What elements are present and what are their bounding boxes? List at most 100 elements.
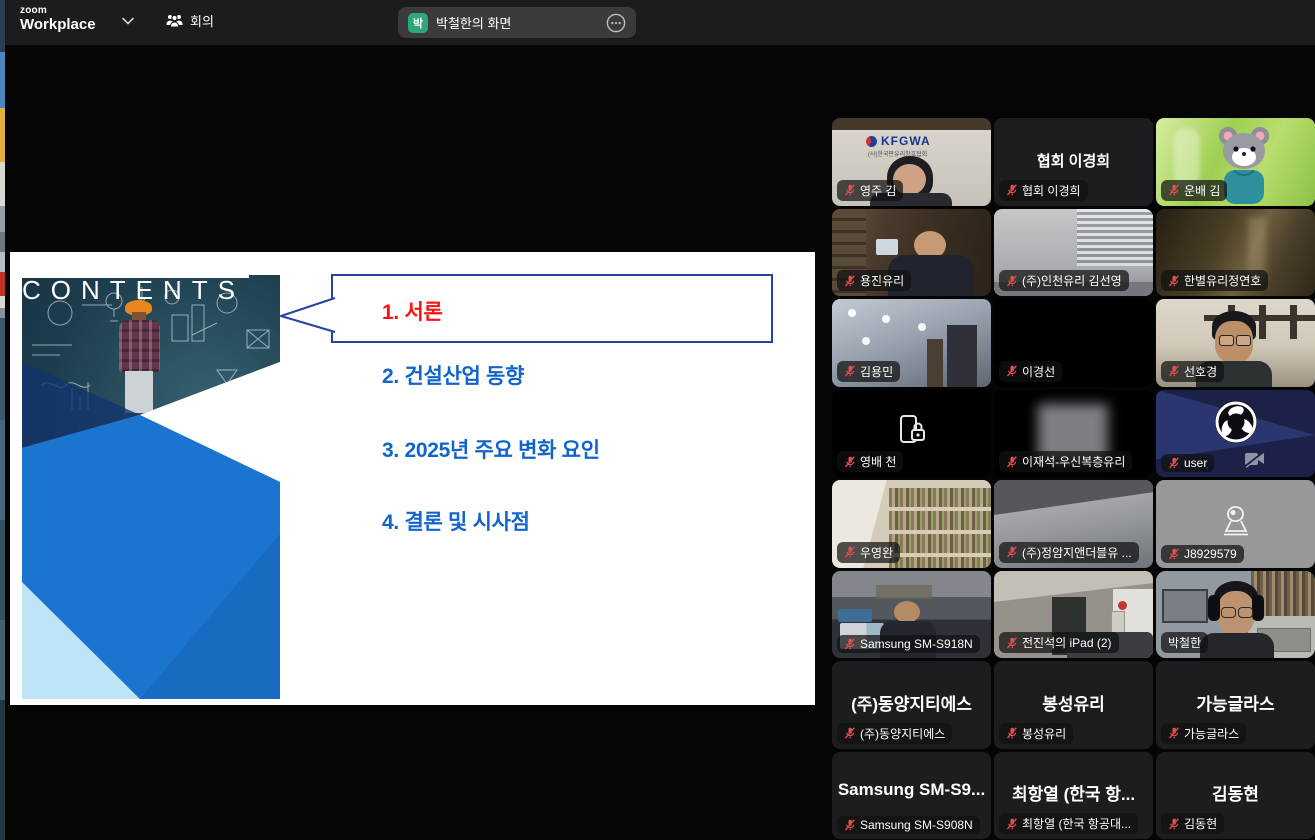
participant-name-label: (주)정암지앤더블유 ...	[999, 542, 1139, 563]
mic-muted-icon	[1006, 456, 1018, 468]
mic-muted-icon	[844, 456, 856, 468]
slide-item-4: 4. 결론 및 시사점	[382, 506, 530, 536]
mic-muted-icon	[844, 727, 856, 739]
zoom-workplace-logo[interactable]: zoom Workplace	[20, 6, 96, 32]
participant-display-name: 봉성유리	[998, 690, 1149, 715]
participant-name-text: Samsung SM-S918N	[860, 637, 973, 651]
participant-name-label: 용진유리	[837, 270, 911, 291]
meeting-tab-label: 회의	[190, 11, 214, 30]
participant-name-text: 가능글라스	[1184, 725, 1239, 742]
participant-name-text: (주)인천유리 김선영	[1022, 272, 1122, 289]
participant-name-label: J8929579	[1161, 545, 1244, 563]
participant-name-text: 운배 김	[1184, 182, 1220, 199]
participant-name-label: 봉성유리	[999, 723, 1073, 744]
participant-name-text: (주)동양지티에스	[860, 725, 945, 742]
mic-muted-icon	[1006, 365, 1018, 377]
participant-tile[interactable]: Samsung SM-S9... Samsung SM-S908N	[832, 752, 991, 840]
kfgwa-logo-icon	[866, 136, 877, 147]
participant-tile[interactable]: 운배 김	[1156, 118, 1315, 206]
participant-name-label: 협회 이경희	[999, 180, 1088, 201]
participant-name-label: 선호경	[1161, 361, 1224, 382]
mic-muted-icon	[844, 184, 856, 196]
logo-zoom-text: zoom	[20, 6, 96, 17]
participant-name-label: 이경선	[999, 361, 1062, 382]
participant-tile[interactable]: 우영완	[832, 480, 991, 568]
participant-tile[interactable]: 영배 천	[832, 390, 991, 478]
participant-tile[interactable]: user	[1156, 390, 1315, 478]
participant-name-label: 이재석-우신복층유리	[999, 451, 1132, 472]
participant-tile[interactable]: 박철한	[1156, 571, 1315, 659]
participant-name-text: Samsung SM-S908N	[860, 818, 973, 832]
participant-tile[interactable]: 김동현김동현	[1156, 752, 1315, 840]
participant-display-name: 김동현	[1160, 780, 1311, 805]
participant-name-text: (주)정암지앤더블유 ...	[1022, 544, 1132, 561]
participant-name-text: 전진석의 iPad (2)	[1022, 634, 1112, 651]
participant-display-name: Samsung SM-S9...	[836, 780, 987, 800]
participant-grid: KFGWA(사)한국판유리창호협회영주 김협회 이경희협회 이경희운배 김용진유…	[832, 118, 1315, 839]
participant-tile[interactable]: (주)동양지티에스 (주)동양지티에스	[832, 661, 991, 749]
top-bar: zoom Workplace 회의 박 박철한의 화면	[0, 0, 1315, 45]
participant-name-label: 영주 김	[837, 180, 903, 201]
participant-tile[interactable]: 한별유리정연호	[1156, 209, 1315, 297]
participant-tile[interactable]: 이경선	[994, 299, 1153, 387]
participant-name-label: 최항열 (한국 항공대...	[999, 813, 1138, 834]
participant-tile[interactable]: J8929579	[1156, 480, 1315, 568]
participant-name-label: user	[1161, 454, 1214, 472]
participant-name-text: J8929579	[1184, 547, 1237, 561]
participant-name-text: 이경선	[1022, 363, 1055, 380]
mic-muted-icon	[1006, 818, 1018, 830]
participant-tile[interactable]: (주)인천유리 김선영	[994, 209, 1153, 297]
kfgwa-sign-text: KFGWA	[881, 134, 931, 148]
participant-name-text: 김동현	[1184, 815, 1217, 832]
callout-pointer	[280, 292, 336, 338]
participant-name-label: 우영완	[837, 542, 900, 563]
mic-muted-icon	[1006, 637, 1018, 649]
mic-muted-icon	[844, 275, 856, 287]
participant-name-label: 박철한	[1161, 632, 1208, 653]
participant-name-text: 봉성유리	[1022, 725, 1066, 742]
participant-tile[interactable]: 전진석의 iPad (2)	[994, 571, 1153, 659]
participant-name-text: 김용민	[860, 363, 893, 380]
participant-name-label: 운배 김	[1161, 180, 1227, 201]
slide-item-2: 2. 건설산업 동향	[382, 360, 524, 390]
participant-tile[interactable]: 용진유리	[832, 209, 991, 297]
mic-muted-icon	[1168, 727, 1180, 739]
shared-slide: CONTENTS 1. 서론 2. 건설산업 동향 3. 2025년 주요 변화…	[10, 252, 815, 705]
participant-name-label: 한별유리정연호	[1161, 270, 1268, 291]
avatar: 박	[408, 13, 428, 33]
mic-muted-icon	[844, 546, 856, 558]
participant-tile[interactable]: 이재석-우신복층유리	[994, 390, 1153, 478]
participant-tile[interactable]: (주)정암지앤더블유 ...	[994, 480, 1153, 568]
participant-name-label: (주)인천유리 김선영	[999, 270, 1129, 291]
shared-screen-title: 박철한의 화면	[436, 13, 598, 32]
slide-item-3: 3. 2025년 주요 변화 요인	[382, 434, 600, 464]
mic-muted-icon	[1168, 548, 1180, 560]
participant-tile[interactable]: 협회 이경희협회 이경희	[994, 118, 1153, 206]
participant-name-text: 용진유리	[860, 272, 904, 289]
chevron-down-icon[interactable]	[122, 17, 134, 25]
participant-tile[interactable]: 김용민	[832, 299, 991, 387]
participant-tile[interactable]: 가능글라스가능글라스	[1156, 661, 1315, 749]
slide-item-1: 1. 서론	[382, 296, 443, 326]
tab-meeting[interactable]: 회의	[166, 11, 214, 30]
logo-workplace-text: Workplace	[20, 17, 96, 33]
mic-muted-icon	[844, 819, 856, 831]
more-options-icon[interactable]	[606, 13, 626, 33]
mic-muted-icon	[1006, 184, 1018, 196]
participant-name-text: 선호경	[1184, 363, 1217, 380]
mic-muted-icon	[844, 638, 856, 650]
camera-off-icon	[1244, 450, 1266, 468]
participant-tile[interactable]: Samsung SM-S918N	[832, 571, 991, 659]
participant-display-name: (주)동양지티에스	[836, 690, 987, 715]
mic-muted-icon	[1168, 818, 1180, 830]
tab-shared-screen[interactable]: 박 박철한의 화면	[398, 7, 636, 38]
participant-tile[interactable]: KFGWA(사)한국판유리창호협회영주 김	[832, 118, 991, 206]
participant-name-text: 이재석-우신복층유리	[1022, 453, 1125, 470]
participant-name-text: 한별유리정연호	[1184, 272, 1261, 289]
participant-tile[interactable]: 최항열 (한국 항...최항열 (한국 항공대...	[994, 752, 1153, 840]
participant-tile[interactable]: 봉성유리봉성유리	[994, 661, 1153, 749]
participant-tile[interactable]: 선호경	[1156, 299, 1315, 387]
participant-name-label: (주)동양지티에스	[837, 723, 952, 744]
contents-title: CONTENTS	[22, 275, 280, 699]
participant-name-text: 영배 천	[860, 453, 896, 470]
